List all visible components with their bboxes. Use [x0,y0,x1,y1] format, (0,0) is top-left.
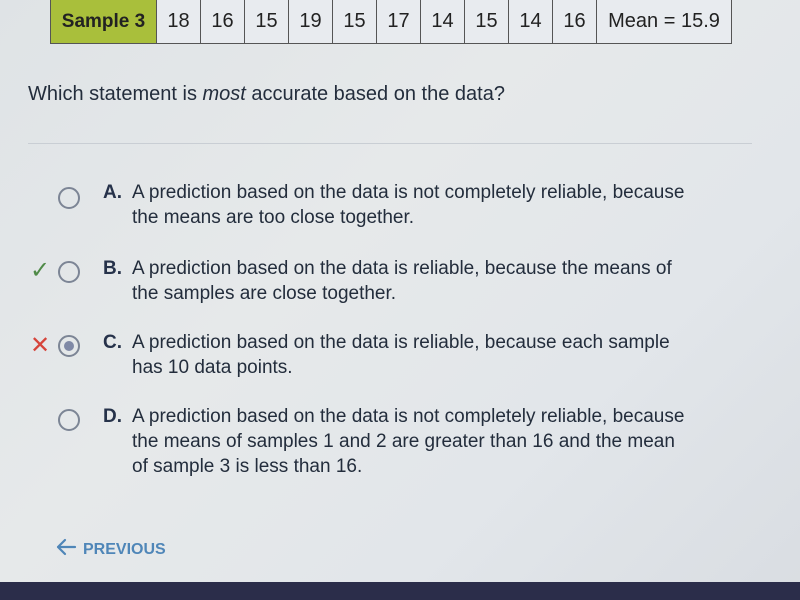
option-text: A prediction based on the data is not co… [132,404,752,479]
arrow-left-icon [55,538,77,561]
option-text: A prediction based on the data is reliab… [132,330,752,380]
sample-3-table: Sample 3 18 16 15 19 15 17 14 15 14 16 M… [50,0,732,44]
option-text: A prediction based on the data is not co… [132,180,752,230]
x-mark-icon: ✕ [30,332,51,359]
option-line: the means are too close together. [132,207,415,228]
question-suffix: accurate based on the data? [245,83,505,105]
radio-button[interactable] [58,187,80,209]
option-letter: D. [103,406,122,427]
previous-label: PREVIOUS [83,540,166,558]
option-line: A prediction based on the data is reliab… [132,332,670,353]
data-value: 15 [245,0,289,43]
radio-button[interactable] [58,261,80,283]
mean-value: Mean = 15.9 [608,10,720,32]
data-value: 19 [289,0,333,43]
option-line: the samples are close together. [132,283,397,304]
data-value: 16 [201,0,245,43]
data-value: 14 [421,0,465,43]
radio-button[interactable] [58,409,80,431]
sample-label: Sample 3 [51,0,157,43]
bottom-bar [0,582,800,600]
question-text: Which statement is most accurate based o… [28,83,505,106]
question-emphasis: most [202,83,246,105]
option-line: the means of samples 1 and 2 are greater… [132,431,675,452]
data-value: 14 [509,0,553,43]
option-letter: C. [103,332,122,353]
option-letter: B. [103,258,122,279]
option-line: A prediction based on the data is reliab… [132,258,672,279]
option-line: has 10 data points. [132,357,293,378]
data-value: 18 [157,0,201,43]
data-value: 15 [333,0,377,43]
question-prefix: Which statement is [28,83,203,105]
data-value: 16 [553,0,597,43]
option-letter: A. [103,182,122,203]
option-line: of sample 3 is less than 16. [132,456,363,477]
option-line: A prediction based on the data is not co… [132,182,685,203]
data-value: 15 [465,0,509,43]
data-value: 17 [377,0,421,43]
previous-button[interactable]: PREVIOUS [55,538,166,561]
option-text: A prediction based on the data is reliab… [132,256,752,306]
radio-button-selected[interactable] [58,335,80,357]
checkmark-icon: ✓ [30,257,51,284]
divider [28,143,752,144]
option-line: A prediction based on the data is not co… [132,406,685,427]
